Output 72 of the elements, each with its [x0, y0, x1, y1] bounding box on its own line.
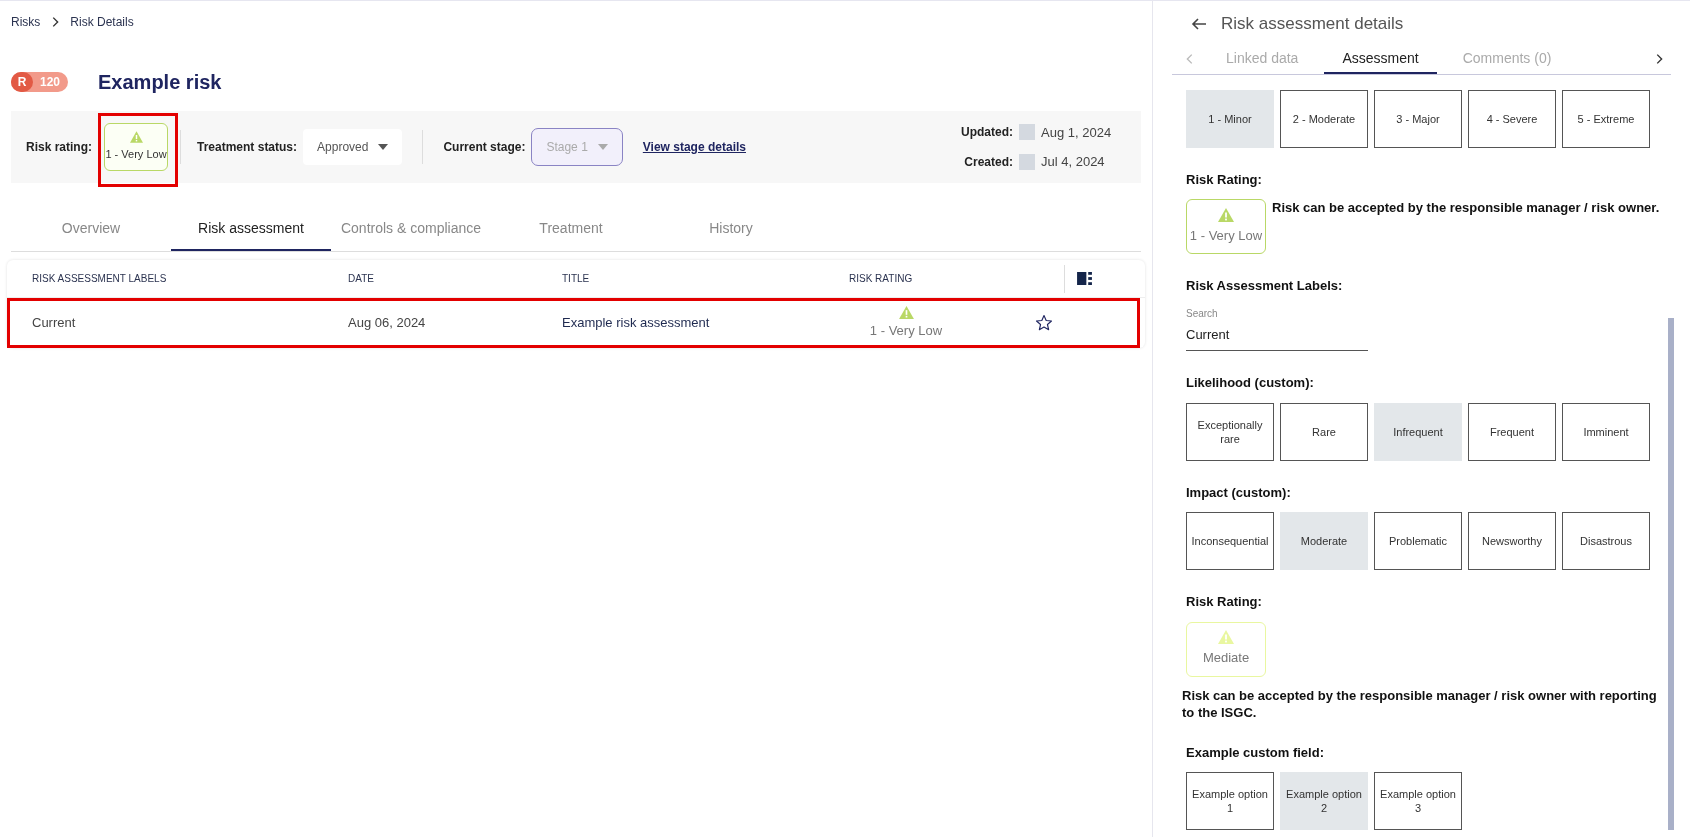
status-dropdown[interactable]: Approved	[303, 129, 403, 165]
option-button[interactable]: Inconsequential	[1186, 512, 1274, 570]
option-button[interactable]: Exceptionally rare	[1186, 402, 1274, 461]
search-field[interactable]: Search Current	[1186, 305, 1368, 351]
option-button[interactable]: 3 - Major	[1374, 89, 1462, 148]
risk-prefix: R	[11, 72, 33, 92]
redacted-avatar	[1019, 124, 1035, 141]
option-button[interactable]: Example option 1	[1186, 772, 1274, 830]
scrollbar-thumb[interactable]	[1668, 317, 1674, 830]
section-label: Likelihood (custom):	[1186, 374, 1315, 392]
breadcrumb-link[interactable]: Risks	[11, 13, 41, 31]
option-button[interactable]: 4 - Severe	[1468, 89, 1556, 148]
view-stage-details-link[interactable]: View stage details	[642, 138, 746, 156]
table-cell-text: Current	[31, 314, 77, 333]
option-button[interactable]: Problematic	[1374, 512, 1462, 570]
option-button[interactable]: Example option 3	[1374, 772, 1462, 830]
tab[interactable]: Treatment	[491, 207, 651, 251]
risk-rating-value: Mediate	[1202, 649, 1250, 668]
tab[interactable]: Controls & compliance	[331, 207, 491, 251]
option-button[interactable]: Moderate	[1280, 512, 1368, 570]
field-label: Treatment status:	[197, 139, 298, 156]
tab[interactable]: Overview	[11, 207, 171, 251]
option-button[interactable]: Infrequent	[1374, 402, 1462, 461]
column-settings-icon[interactable]	[1077, 272, 1092, 285]
column-header: TITLE	[562, 272, 591, 286]
option-button[interactable]: Imminent	[1562, 402, 1650, 461]
option-button[interactable]: Example option 2	[1280, 772, 1368, 830]
date-value: Jul 4, 2024	[1041, 153, 1106, 171]
table-cell-text: Aug 06, 2024	[348, 314, 427, 333]
section-label: Example custom field:	[1186, 743, 1325, 762]
tab[interactable]: History	[651, 207, 811, 251]
column-header: DATE	[348, 272, 375, 286]
section-label: Risk Assessment Labels:	[1186, 277, 1344, 295]
field-label: Current stage:	[443, 139, 526, 156]
column-header: RISK RATING	[848, 272, 914, 286]
option-button[interactable]: 2 - Moderate	[1280, 89, 1368, 148]
option-button[interactable]: 5 - Extreme	[1562, 89, 1650, 148]
date-value: Aug 1, 2024	[1041, 123, 1113, 142]
field-label: Risk rating:	[26, 139, 92, 156]
tab[interactable]: Risk assessment	[171, 207, 331, 251]
breadcrumb-link[interactable]: Risk Details	[70, 13, 134, 31]
section-label: Risk Rating:	[1186, 593, 1263, 611]
caret-icon	[378, 144, 389, 150]
option-button[interactable]: Newsworthy	[1468, 512, 1556, 570]
caret-icon	[597, 144, 608, 150]
warning-icon	[129, 131, 143, 144]
risk-title: Example risk	[98, 70, 222, 95]
field-value: Current	[1186, 325, 1231, 344]
star-icon[interactable]	[1035, 314, 1053, 332]
tab[interactable]: Assessment	[1324, 44, 1437, 74]
column-header: RISK ASSESSMENT LABELS	[31, 272, 168, 286]
option-button[interactable]: Disastrous	[1562, 512, 1650, 570]
redacted-avatar	[1019, 153, 1035, 170]
date-label: Created:	[964, 153, 1013, 171]
warning-icon	[1218, 207, 1234, 222]
section-label: Risk Rating:	[1186, 170, 1263, 189]
rating-description: Risk can be accepted by the responsible manager / risk owner.	[1272, 199, 1660, 216]
field-label: Search	[1186, 306, 1219, 321]
risk-rating-value: 1 - Very Low	[1189, 226, 1263, 245]
risk-number: 120	[40, 74, 61, 91]
option-button[interactable]: Frequent	[1468, 402, 1556, 461]
table-cell-text: Example risk assessment	[562, 314, 711, 333]
rating-description: Risk can be accepted by the responsible manager / risk owner with reporting to the ISGC.	[1182, 686, 1658, 721]
option-button[interactable]: Rare	[1280, 402, 1368, 461]
section-label: Impact (custom):	[1186, 483, 1292, 502]
back-arrow-icon[interactable]	[1191, 15, 1207, 32]
option-button[interactable]: 1 - Minor	[1186, 89, 1274, 148]
risk-rating-value: 1 - Very Low	[869, 321, 943, 340]
panel-title: Risk assessment details	[1221, 13, 1404, 35]
warning-icon	[1218, 630, 1234, 645]
risk-rating-value: 1 - Very Low	[105, 147, 167, 163]
date-label: Updated:	[961, 124, 1013, 142]
